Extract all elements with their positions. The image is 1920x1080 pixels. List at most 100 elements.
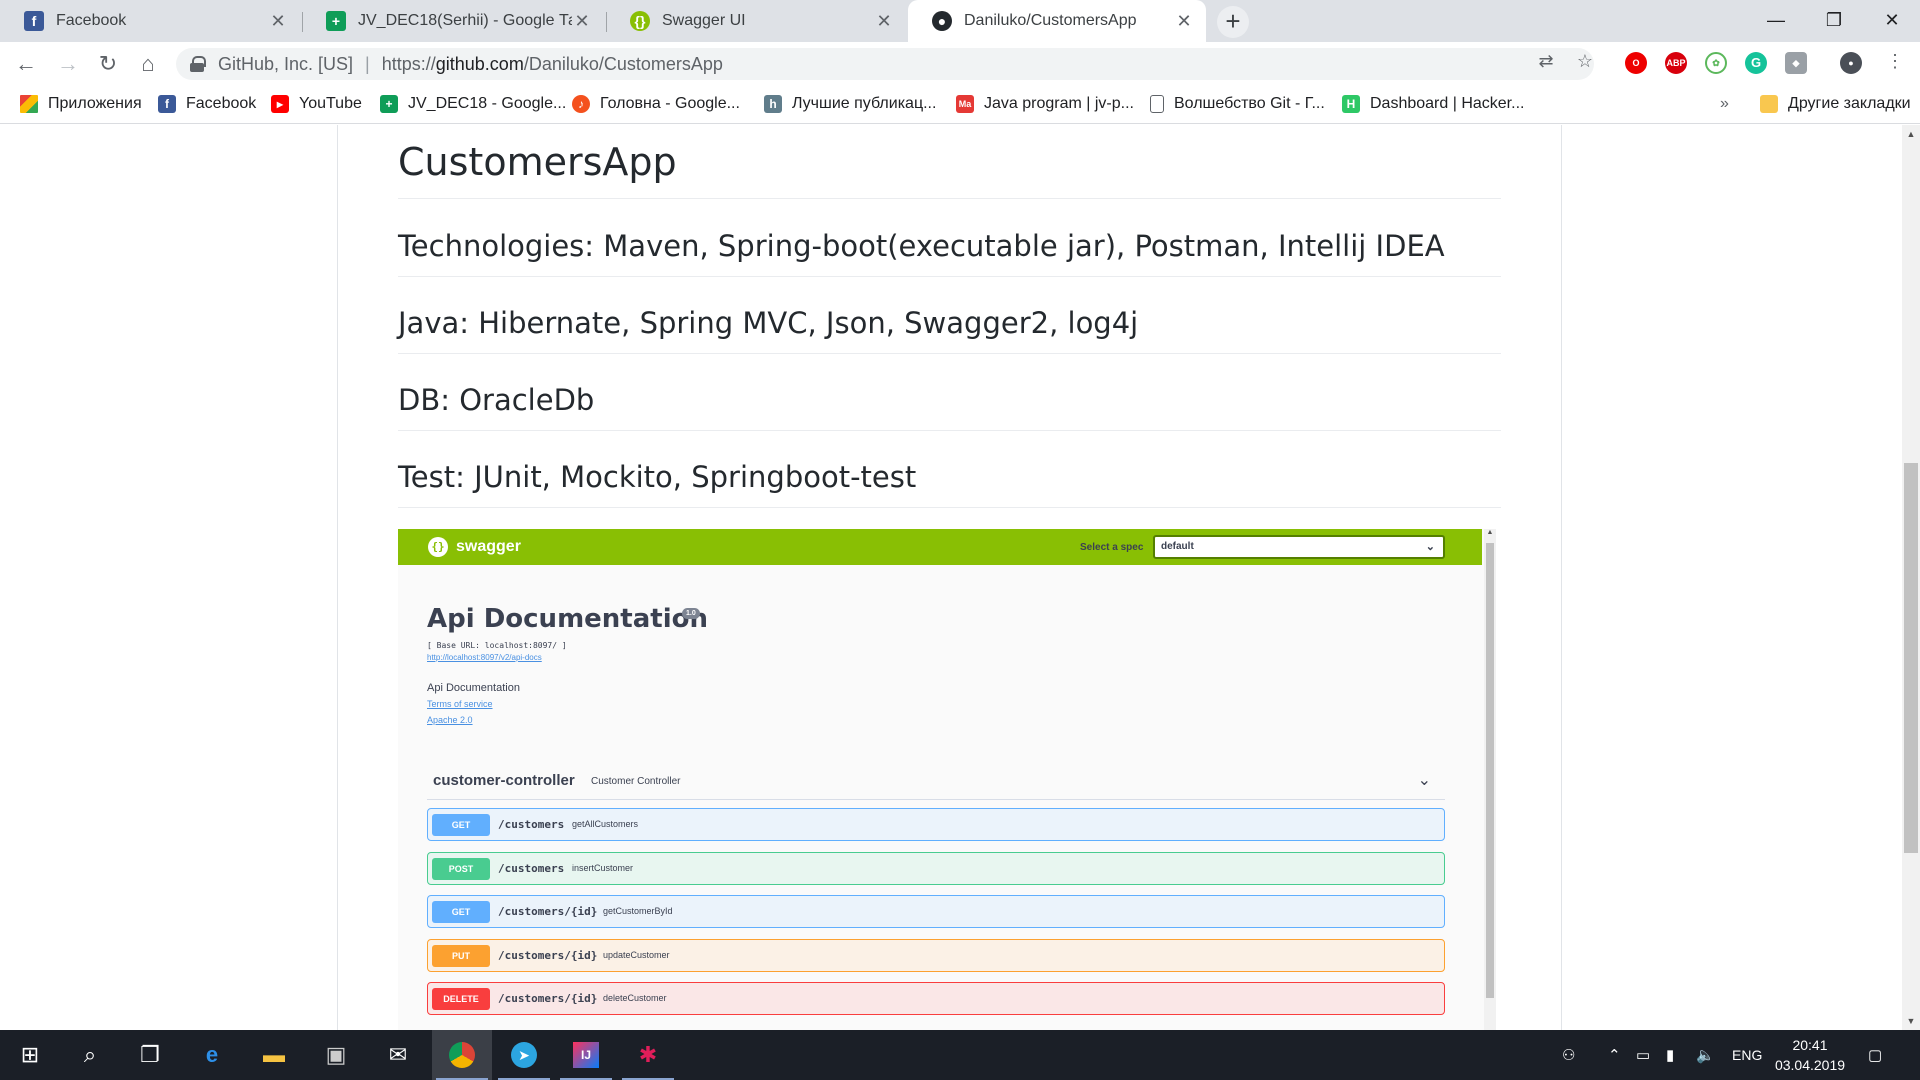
page-scrollbar[interactable]: ▲ ▼: [1902, 125, 1920, 1030]
bookmark-git-magic[interactable]: Волшебство Git - Г...: [1150, 95, 1325, 113]
reload-icon[interactable]: ↻: [92, 48, 124, 80]
windows-start-icon[interactable]: ⊞: [0, 1030, 60, 1080]
google-drive-icon: ♪: [572, 95, 590, 113]
adblock-plus-icon[interactable]: ABP: [1665, 52, 1687, 74]
tray-chevron-icon[interactable]: ⌃: [1608, 1046, 1621, 1064]
tab-title: Facebook: [56, 12, 127, 29]
back-icon[interactable]: ←: [10, 48, 42, 80]
page-icon: [1150, 95, 1164, 113]
terms-of-service-link[interactable]: Terms of service: [427, 699, 493, 709]
scroll-down-icon[interactable]: ▼: [1902, 1012, 1920, 1030]
operation-row[interactable]: PUT/customers/{id} updateCustomer: [427, 938, 1445, 972]
tab-google-sheet[interactable]: + JV_DEC18(Serhii) - Google Табли ✕: [302, 0, 604, 42]
bookmark-facebook[interactable]: f Facebook: [158, 95, 256, 113]
chrome-taskbar-icon[interactable]: [432, 1030, 492, 1080]
scroll-up-icon[interactable]: ▲: [1902, 125, 1920, 143]
bookmark-java-program[interactable]: Ma Java program | jv-p...: [956, 95, 1134, 113]
api-docs-link[interactable]: http://localhost:8097/v2/api-docs: [427, 653, 542, 662]
tab-customersapp[interactable]: ● Daniluko/CustomersApp ✕: [908, 0, 1206, 42]
bookmarks-overflow-button[interactable]: »: [1720, 95, 1729, 113]
file-explorer-icon[interactable]: ▬: [244, 1030, 304, 1080]
slack-icon[interactable]: ✱: [618, 1030, 678, 1080]
clock[interactable]: 20:41 03.04.2019: [1768, 1035, 1852, 1075]
scroll-up-icon[interactable]: ▲: [1484, 529, 1496, 539]
store-icon[interactable]: ▣: [306, 1030, 366, 1080]
bookmark-jv-dec18[interactable]: + JV_DEC18 - Google...: [380, 95, 566, 113]
close-icon[interactable]: ✕: [1174, 11, 1194, 32]
lock-icon[interactable]: [190, 56, 206, 72]
bookmark-apps[interactable]: Приложения: [20, 95, 142, 113]
close-icon[interactable]: ✕: [572, 11, 592, 32]
swagger-topbar: {} swagger Select a spec default ⌄: [398, 529, 1482, 565]
apps-grid-icon: [20, 95, 38, 113]
operation-summary: updateCustomer: [603, 949, 670, 960]
bookmark-label: Головна - Google...: [600, 95, 740, 112]
window-close-icon[interactable]: ✕: [1866, 0, 1918, 42]
close-icon[interactable]: ✕: [268, 11, 288, 32]
tab-swagger-ui[interactable]: {} Swagger UI ✕: [606, 0, 906, 42]
bookmark-label: Java program | jv-p...: [984, 95, 1134, 112]
home-icon[interactable]: ⌂: [132, 48, 164, 80]
opera-extension-icon[interactable]: O: [1625, 52, 1647, 74]
other-bookmarks[interactable]: Другие закладки: [1760, 95, 1911, 113]
bookmark-habr[interactable]: h Лучшие публикац...: [764, 95, 936, 113]
close-icon[interactable]: ✕: [874, 11, 894, 32]
mate-icon: Ma: [956, 95, 974, 113]
tag-section-header[interactable]: customer-controller Customer Controller …: [427, 770, 1445, 800]
operation-row[interactable]: GET/customers getAllCustomers: [427, 808, 1445, 841]
operation-row[interactable]: DELETE/customers/{id} deleteCustomer: [427, 982, 1445, 1015]
bookmark-golovna[interactable]: ♪ Головна - Google...: [572, 95, 740, 113]
bookmark-label: Волшебство Git - Г...: [1174, 95, 1325, 112]
content-border-right: [1561, 125, 1562, 1030]
chevron-down-icon[interactable]: ⌄: [1418, 770, 1431, 790]
bookmark-star-icon[interactable]: ☆: [1574, 50, 1596, 72]
tab-strip: f Facebook ✕ + JV_DEC18(Serhii) - Google…: [0, 0, 1920, 42]
divider: [398, 276, 1501, 277]
new-tab-button[interactable]: +: [1217, 6, 1249, 38]
edge-icon[interactable]: e: [182, 1030, 242, 1080]
google-sheets-icon: +: [326, 11, 346, 31]
chrome-menu-icon[interactable]: ⋮: [1884, 50, 1906, 72]
notifications-icon[interactable]: ▢: [1868, 1046, 1882, 1064]
language-indicator[interactable]: ENG: [1732, 1047, 1762, 1063]
network-icon[interactable]: ▭: [1636, 1046, 1650, 1064]
translate-icon[interactable]: ⇄: [1535, 50, 1557, 72]
swagger-scrollbar[interactable]: ▲: [1484, 529, 1496, 1030]
task-view-icon[interactable]: ❐: [120, 1030, 180, 1080]
site-identity: GitHub, Inc. [US]: [218, 53, 354, 74]
battery-icon[interactable]: ▮: [1666, 1046, 1674, 1064]
http-method-badge: PUT: [432, 944, 490, 967]
shield-extension-icon[interactable]: ◆: [1785, 52, 1807, 74]
telegram-icon[interactable]: ➤: [494, 1030, 554, 1080]
operation-row[interactable]: POST/customers insertCustomer: [427, 851, 1445, 885]
address-separator: |: [365, 53, 370, 74]
scrollbar-thumb[interactable]: [1486, 543, 1494, 998]
people-icon[interactable]: ⚇: [1562, 1046, 1575, 1064]
extension-leaf-icon[interactable]: ✿: [1705, 52, 1727, 74]
minimize-icon[interactable]: —: [1750, 0, 1802, 42]
grammarly-icon[interactable]: G: [1745, 52, 1767, 74]
tab-facebook[interactable]: f Facebook ✕: [0, 0, 300, 42]
operation-path: /customers/{id}: [498, 905, 598, 918]
bookmark-hackerrank[interactable]: H Dashboard | Hacker...: [1342, 95, 1524, 113]
maximize-icon[interactable]: ❐: [1808, 0, 1860, 42]
forward-icon[interactable]: →: [52, 48, 84, 80]
readme-heading-java: Java: Hibernate, Spring MVC, Json, Swagg…: [398, 306, 1139, 340]
volume-icon[interactable]: 🔈: [1696, 1046, 1715, 1064]
version-badge: 1.0: [682, 608, 700, 619]
license-link[interactable]: Apache 2.0: [427, 715, 473, 725]
bookmark-youtube[interactable]: ▶ YouTube: [271, 95, 362, 113]
chevron-down-icon: ⌄: [1425, 541, 1435, 553]
url-scheme: https://: [381, 53, 436, 74]
profile-avatar[interactable]: ●: [1840, 52, 1862, 74]
operation-row[interactable]: GET/customers/{id} getCustomerById: [427, 895, 1445, 928]
swagger-icon: {}: [428, 537, 448, 557]
mail-icon[interactable]: ✉: [368, 1030, 428, 1080]
search-icon[interactable]: ⌕: [60, 1030, 120, 1080]
intellij-icon[interactable]: IJ: [556, 1030, 616, 1080]
divider: [398, 430, 1501, 431]
base-url: [ Base URL: localhost:8097/ ]: [427, 641, 567, 650]
address-bar[interactable]: GitHub, Inc. [US] | https://github.com/D…: [176, 48, 1594, 80]
spec-select[interactable]: default ⌄: [1153, 535, 1445, 559]
scrollbar-thumb[interactable]: [1904, 463, 1918, 853]
